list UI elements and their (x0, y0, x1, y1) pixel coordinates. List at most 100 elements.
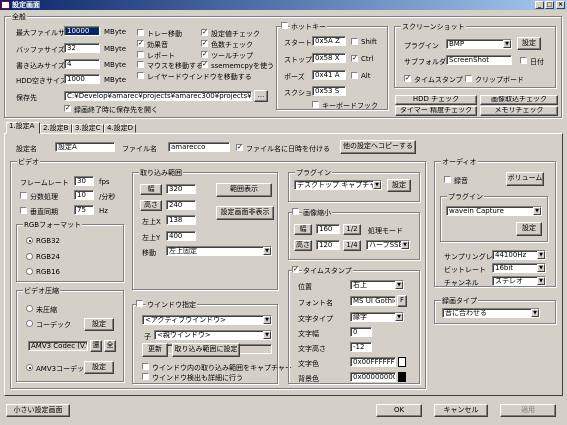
process-mode-select[interactable]: ハーフSSE ▼ (366, 240, 410, 250)
uncompressed-radio[interactable] (26, 305, 33, 312)
tooltip-checkbox[interactable]: ✓ (201, 51, 208, 58)
apply-button[interactable]: 適用 (500, 404, 556, 417)
channel-select[interactable]: ステレオ ▼ (492, 276, 546, 286)
ss-date-checkbox[interactable] (520, 57, 527, 64)
ts-type-select[interactable]: 縁字 ▼ (350, 312, 404, 322)
minimize-button[interactable]: _ (535, 1, 544, 9)
ss-plugin-settings-button[interactable]: 設定 (517, 37, 541, 50)
tab-setting-d[interactable]: 4.設定D (104, 124, 136, 133)
font-picker-button[interactable]: F (397, 295, 407, 307)
shrink-width-input[interactable]: 160 (316, 224, 340, 234)
ctrl-checkbox[interactable]: ✓ (351, 55, 358, 62)
amv3-settings-button[interactable]: 設定 (84, 361, 114, 374)
hotkey-start-input[interactable]: 0x5A Z (312, 36, 346, 46)
ts-width-input[interactable]: 0 (350, 327, 372, 337)
active-window-select[interactable]: <アクティブウインドウ> ▼ (142, 315, 272, 325)
shift-checkbox[interactable] (351, 38, 358, 45)
tray-move-checkbox[interactable] (137, 29, 144, 36)
child-window-select[interactable]: <親ウインドウ> ▼ (154, 330, 272, 340)
codec-reset-button[interactable]: 還 (90, 340, 102, 352)
hotkey-screenshot-input[interactable]: 0x53 S (312, 86, 346, 96)
maximize-button[interactable]: □ (545, 1, 554, 9)
capture-height-input[interactable]: 240 (166, 200, 196, 210)
capture-height-button[interactable]: 高さ (140, 200, 162, 211)
ts-height-input[interactable]: -12 (350, 342, 372, 352)
subfolder-input[interactable]: ScreenShot (446, 55, 512, 65)
audio-plugin-settings-button[interactable]: 設定 (516, 222, 542, 236)
small-settings-button[interactable]: 小さい設定画面 (6, 404, 70, 417)
timer-precision-check-button[interactable]: タイマー 精度チェック (395, 106, 477, 116)
close-button[interactable]: × (556, 1, 565, 9)
ts-color-input[interactable]: 0x00FFFFFF (350, 357, 396, 367)
codec-settings-button[interactable]: 設定 (84, 318, 114, 331)
ts-font-input[interactable]: MS UI Gothic (350, 296, 396, 306)
capture-left-input[interactable]: 138 (166, 215, 196, 225)
refresh-button[interactable]: 更新 (142, 343, 168, 357)
tab-setting-a[interactable]: 1.設定A (6, 122, 40, 134)
codec-select[interactable]: AMV3 Codec (V.V (28, 341, 88, 351)
rgb32-radio[interactable] (26, 237, 33, 244)
shrink-height-input[interactable]: 120 (316, 240, 340, 250)
report-checkbox[interactable] (137, 51, 144, 58)
ssememcpy-checkbox[interactable]: ✓ (201, 61, 208, 68)
shrink-width-button[interactable]: 幅 (294, 224, 312, 235)
shrink-height-button[interactable]: 高さ (294, 240, 312, 251)
clipboard-checkbox[interactable] (465, 75, 472, 82)
vsync-input[interactable]: 75 (74, 205, 94, 215)
setting-check-checkbox[interactable]: ✓ (201, 29, 208, 36)
ts-color-swatch[interactable] (398, 357, 406, 367)
rgb16-radio[interactable] (26, 268, 33, 275)
shrink-checkbox[interactable] (292, 208, 299, 215)
layered-window-checkbox[interactable] (137, 72, 144, 79)
ts-bgcolor-input[interactable]: 0x00000000 (350, 372, 396, 382)
setting-name-input[interactable]: 設定A (55, 142, 115, 152)
capture-top-input[interactable]: 400 (166, 231, 196, 241)
video-plugin-settings-button[interactable]: 設定 (387, 179, 411, 192)
half-ratio-button[interactable]: 1/2 (343, 224, 361, 235)
capture-width-button[interactable]: 幅 (140, 184, 162, 195)
detailed-detect-checkbox[interactable] (142, 373, 149, 380)
bit-rate-select[interactable]: 16bit ▼ (492, 263, 546, 273)
window-spec-checkbox[interactable] (136, 300, 143, 307)
keyboard-hook-checkbox[interactable] (312, 101, 319, 108)
ok-button[interactable]: OK (376, 404, 422, 417)
video-plugin-select[interactable]: デスクトップ キャプチャー ▼ (294, 180, 382, 190)
copy-settings-button[interactable]: 他の設定へコピーする (340, 140, 416, 154)
hide-settings-button[interactable]: 設定画面非表示 (216, 206, 274, 220)
hotkey-checkbox[interactable] (281, 22, 288, 29)
max-file-size-input[interactable]: 10000 (64, 26, 100, 36)
record-audio-checkbox[interactable] (444, 176, 451, 183)
rec-type-select[interactable]: 音に合わせる ▼ (442, 308, 540, 318)
open-folder-checkbox[interactable]: ✓ (64, 105, 71, 112)
sampling-rate-select[interactable]: 44100Hz ▼ (492, 250, 546, 260)
rgb24-radio[interactable] (26, 253, 33, 260)
tab-setting-c[interactable]: 3.設定C (72, 124, 104, 133)
sound-effect-checkbox[interactable]: ✓ (137, 40, 144, 47)
ts-position-select[interactable]: 右上 ▼ (350, 280, 404, 290)
capture-in-window-checkbox[interactable] (142, 363, 149, 370)
hotkey-pause-input[interactable]: 0x41 A (312, 70, 346, 80)
split-checkbox[interactable] (20, 192, 27, 199)
codec-radio[interactable] (26, 320, 33, 327)
amv3-radio[interactable] (26, 364, 33, 371)
capture-width-input[interactable]: 320 (166, 184, 196, 194)
cancel-button[interactable]: キャンセル (434, 404, 488, 417)
browse-button[interactable]: ... (254, 90, 268, 102)
capture-move-select[interactable]: 左上固定 ▼ (166, 246, 272, 256)
tab-setting-b[interactable]: 2.設定B (40, 124, 72, 133)
image-capture-check-button[interactable]: 画像取込チェック (480, 95, 558, 105)
framerate-input[interactable]: 30 (74, 176, 94, 186)
memory-check-button[interactable]: メモリチェック (480, 106, 558, 116)
timestamp-checkbox[interactable]: ✓ (292, 266, 299, 273)
codec-all-button[interactable]: 全 (104, 340, 116, 352)
hdd-free-input[interactable]: 1000 (64, 74, 100, 84)
file-name-input[interactable]: amarecco (168, 142, 230, 152)
write-size-input[interactable]: 4 (64, 59, 100, 69)
ss-timestamp-checkbox[interactable]: ✓ (404, 75, 411, 82)
vsync-checkbox[interactable] (20, 207, 27, 214)
buffer-size-input[interactable]: 32 (64, 43, 100, 53)
hdd-check-button[interactable]: HDD チェック (395, 95, 477, 105)
split-input[interactable]: 10 (74, 190, 94, 200)
quarter-ratio-button[interactable]: 1/4 (343, 240, 361, 251)
color-check-checkbox[interactable]: ✓ (201, 40, 208, 47)
